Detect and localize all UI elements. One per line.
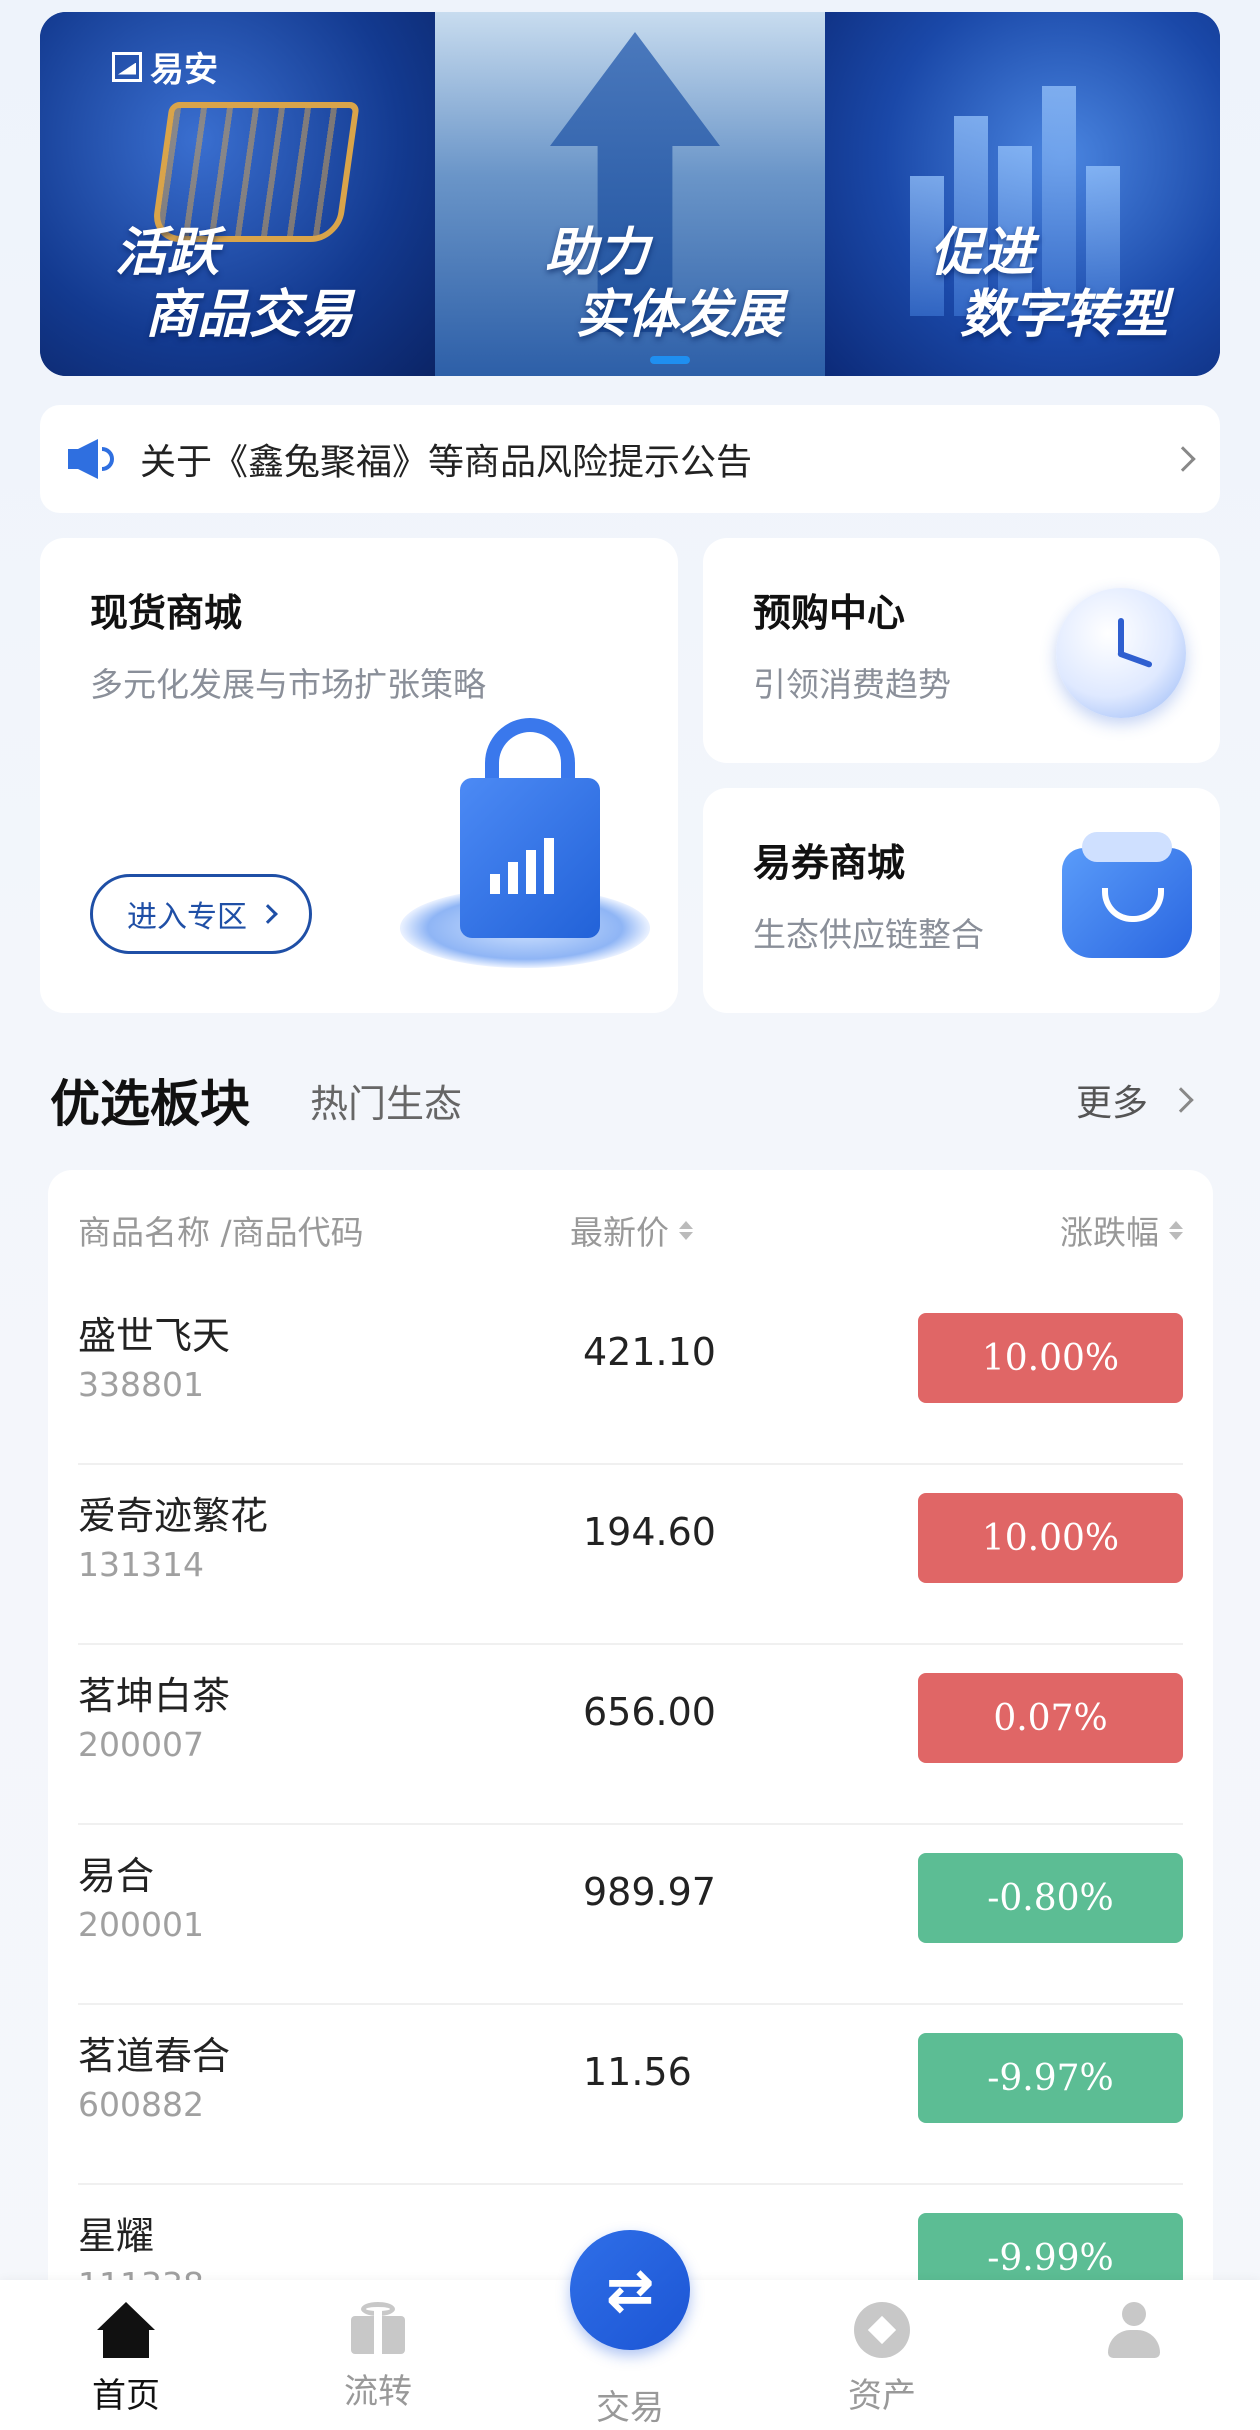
promo-banner[interactable]: 易安 活跃 商品交易 助力 实体发展 促进 数字转型 — [40, 12, 1220, 376]
slogan-line: 助力 — [545, 223, 650, 283]
product-name: 星耀 — [78, 2214, 155, 2258]
nav-item-assets[interactable]: 资产 — [802, 2302, 962, 2417]
slogan-line: 实体发展 — [575, 285, 784, 345]
product-table: 商品名称 /商品代码 最新价 涨跌幅 盛世飞天 338801 421.10 10… — [48, 1170, 1213, 2280]
latest-price: 11.56 — [583, 2050, 692, 2094]
nav-label: 流转 — [344, 2372, 412, 2412]
latest-price: 989.97 — [583, 1870, 716, 1914]
product-code: 338801 — [78, 1365, 204, 1404]
basket-icon — [1062, 832, 1192, 958]
nav-item-home[interactable]: 首页 — [46, 2302, 206, 2417]
card-subtitle: 引领消费趋势 — [753, 665, 951, 704]
home-icon — [97, 2302, 155, 2358]
card-title: 现货商城 — [90, 591, 243, 635]
user-icon — [1106, 2302, 1162, 2358]
product-code: 200001 — [78, 1905, 204, 1944]
nav-label: 资产 — [848, 2376, 916, 2416]
chevron-right-icon — [1168, 1087, 1194, 1113]
sort-icon — [679, 1220, 693, 1240]
product-name: 茗坤白茶 — [78, 1674, 231, 1718]
slogan-line: 商品交易 — [145, 285, 354, 345]
speaker-icon — [68, 437, 118, 481]
card-title: 预购中心 — [753, 591, 906, 635]
chevron-right-icon — [1170, 446, 1196, 472]
gift-icon — [351, 2302, 405, 2354]
latest-price: 421.10 — [583, 1330, 716, 1374]
enter-zone-button[interactable]: 进入专区 — [90, 874, 312, 954]
tab-featured[interactable]: 优选板块 — [50, 1064, 250, 1136]
featured-section-header: 优选板块 热门生态 更多 — [50, 1060, 1220, 1140]
table-header: 商品名称 /商品代码 最新价 涨跌幅 — [48, 1170, 1213, 1285]
product-code: 111338 — [78, 2265, 204, 2280]
card-subtitle: 多元化发展与市场扩张策略 — [90, 665, 486, 704]
change-badge: 0.07% — [918, 1673, 1183, 1763]
spot-mall-card[interactable]: 现货商城 多元化发展与市场扩张策略 进入专区 — [40, 538, 678, 1013]
clock-icon — [1056, 588, 1186, 718]
product-name: 茗道春合 — [78, 2034, 231, 2078]
shopping-bag-icon — [400, 718, 650, 978]
more-link[interactable]: 更多 — [1075, 1074, 1194, 1126]
coupon-mall-card[interactable]: 易券商城 生态供应链整合 — [703, 788, 1220, 1013]
change-badge: -0.80% — [918, 1853, 1183, 1943]
enter-zone-label: 进入专区 — [127, 900, 247, 935]
table-row[interactable]: 易合 200001 989.97 -0.80% — [48, 1825, 1213, 2005]
product-code: 200007 — [78, 1725, 204, 1764]
asset-icon — [854, 2302, 910, 2358]
announcement-text: 关于《鑫兔聚福》等商品风险提示公告 — [140, 442, 753, 483]
card-subtitle: 生态供应链整合 — [753, 915, 984, 954]
slogan-line: 数字转型 — [960, 285, 1169, 345]
nav-label: 首页 — [92, 2376, 160, 2416]
slogan-line: 活跃 — [115, 223, 220, 283]
slogan-line: 促进 — [930, 223, 1035, 283]
presale-center-card[interactable]: 预购中心 引领消费趋势 — [703, 538, 1220, 763]
more-label: 更多 — [1075, 1083, 1148, 1124]
swap-icon: ⇄ — [605, 2256, 655, 2324]
product-name: 易合 — [78, 1854, 155, 1898]
table-row[interactable]: 爱奇迹繁花 131314 194.60 10.00% — [48, 1465, 1213, 1645]
shopping-cart-icon — [150, 102, 360, 242]
column-header-label: 商品名称 /商品代码 — [78, 1213, 364, 1252]
product-name: 盛世飞天 — [78, 1314, 231, 1358]
brand-logo: 易安 — [112, 42, 218, 91]
nav-item-circulation[interactable]: 流转 — [298, 2302, 458, 2413]
change-badge: -9.97% — [918, 2033, 1183, 2123]
column-header-change[interactable]: 涨跌幅 — [1060, 1206, 1183, 1254]
banner-slogan-1: 活跃 商品交易 — [115, 222, 353, 346]
change-badge: 10.00% — [918, 1313, 1183, 1403]
column-header-label: 最新价 — [570, 1213, 669, 1252]
banner-slogan-3: 促进 数字转型 — [930, 222, 1168, 346]
product-code: 131314 — [78, 1545, 204, 1584]
column-header-name: 商品名称 /商品代码 — [78, 1206, 364, 1254]
column-header-price[interactable]: 最新价 — [570, 1206, 693, 1254]
product-code: 600882 — [78, 2085, 204, 2124]
table-row[interactable]: 茗坤白茶 200007 656.00 0.07% — [48, 1645, 1213, 1825]
latest-price: 656.00 — [583, 1690, 716, 1734]
column-header-label: 涨跌幅 — [1060, 1213, 1159, 1252]
nav-item-profile[interactable] — [1054, 2302, 1214, 2368]
card-title: 易券商城 — [753, 841, 906, 885]
nav-label: 交易 — [596, 2388, 664, 2428]
banner-slogan-2: 助力 实体发展 — [545, 222, 783, 346]
table-row[interactable]: 茗道春合 600882 11.56 -9.97% — [48, 2005, 1213, 2185]
product-name: 爱奇迹繁花 — [78, 1494, 269, 1538]
carousel-indicator[interactable] — [650, 356, 690, 364]
tab-hot-ecology[interactable]: 热门生态 — [310, 1073, 462, 1128]
trade-button[interactable]: ⇄ — [570, 2230, 690, 2350]
change-badge: -9.99% — [918, 2213, 1183, 2280]
latest-price: 194.60 — [583, 1510, 716, 1554]
announcement-bar[interactable]: 关于《鑫兔聚福》等商品风险提示公告 — [40, 405, 1220, 513]
table-row[interactable]: 盛世飞天 338801 421.10 10.00% — [48, 1285, 1213, 1465]
logo-mark-icon — [112, 51, 142, 82]
brand-logo-text: 易安 — [150, 50, 218, 90]
change-badge: 10.00% — [918, 1493, 1183, 1583]
sort-icon — [1169, 1220, 1183, 1240]
chevron-right-icon — [258, 904, 278, 924]
